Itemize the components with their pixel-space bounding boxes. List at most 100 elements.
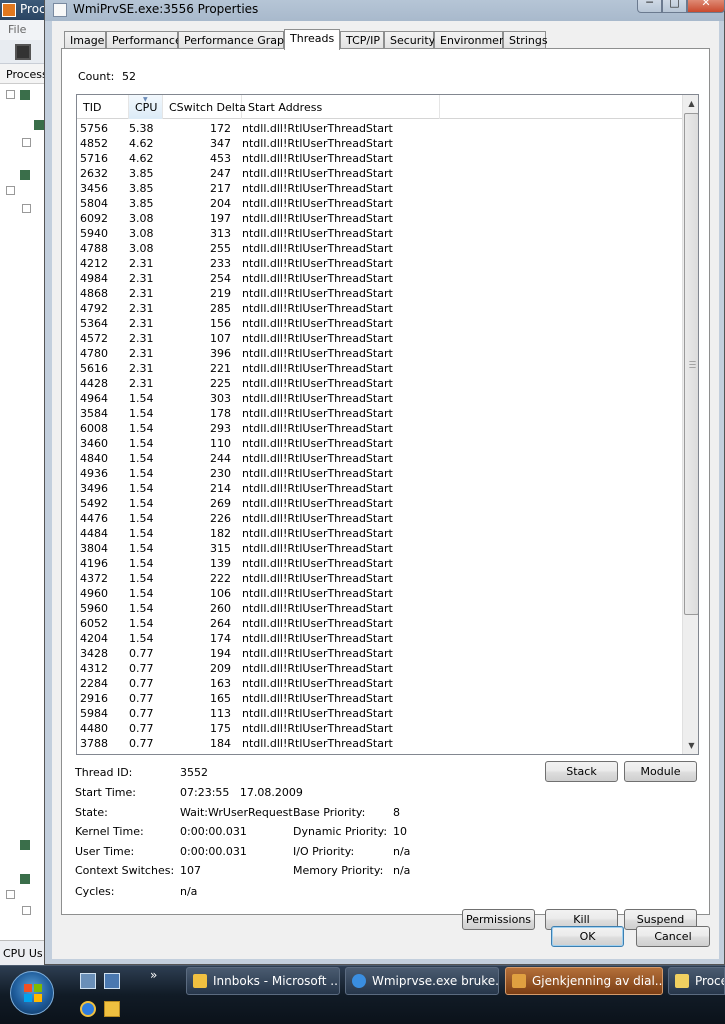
process-tree[interactable]: Process — [0, 64, 50, 940]
table-row[interactable]: 4936 1.54 230 ntdll.dll!RtlUserThreadStart — [77, 466, 682, 481]
scroll-down-icon[interactable]: ▼ — [683, 737, 698, 754]
column-cswitch-delta[interactable]: CSwitch Delta — [163, 95, 246, 119]
tree-expand-icon[interactable] — [6, 186, 15, 195]
table-row[interactable]: 4428 2.31 225 ntdll.dll!RtlUserThreadStart — [77, 376, 682, 391]
table-row[interactable]: 6008 1.54 293 ntdll.dll!RtlUserThreadStart — [77, 421, 682, 436]
process-tree-header[interactable]: Process — [0, 64, 50, 84]
table-row[interactable]: 5364 2.31 156 ntdll.dll!RtlUserThreadStart — [77, 316, 682, 331]
tab-performance-graph[interactable]: Performance Graph — [178, 31, 291, 49]
table-row[interactable]: 2916 0.77 165 ntdll.dll!RtlUserThreadStart — [77, 691, 682, 706]
tab-image[interactable]: Image — [64, 31, 106, 49]
start-button[interactable] — [10, 971, 54, 1015]
task-process-explorer[interactable]: Proce — [668, 967, 725, 995]
minimize-button[interactable]: ─ — [637, 0, 662, 13]
tab-threads[interactable]: Threads — [284, 29, 340, 50]
table-row[interactable]: 3584 1.54 178 ntdll.dll!RtlUserThreadStart — [77, 406, 682, 421]
table-row[interactable]: 4964 1.54 303 ntdll.dll!RtlUserThreadStart — [77, 391, 682, 406]
table-row[interactable]: 4476 1.54 226 ntdll.dll!RtlUserThreadStart — [77, 511, 682, 526]
table-row[interactable]: 4852 4.62 347 ntdll.dll!RtlUserThreadStart — [77, 136, 682, 151]
table-row[interactable]: 3456 3.85 217 ntdll.dll!RtlUserThreadStart — [77, 181, 682, 196]
table-row[interactable]: 4984 2.31 254 ntdll.dll!RtlUserThreadStart — [77, 271, 682, 286]
scrollbar-thumb[interactable]: — — — — [684, 113, 698, 615]
table-row[interactable]: 5716 4.62 453 ntdll.dll!RtlUserThreadStart — [77, 151, 682, 166]
save-icon[interactable] — [15, 44, 31, 60]
table-row[interactable]: 4484 1.54 182 ntdll.dll!RtlUserThreadStart — [77, 526, 682, 541]
table-row[interactable]: 2284 0.77 163 ntdll.dll!RtlUserThreadStart — [77, 676, 682, 691]
close-button[interactable]: ✕ — [687, 0, 725, 13]
table-row[interactable]: 3804 1.54 315 ntdll.dll!RtlUserThreadStart — [77, 541, 682, 556]
permissions-button[interactable]: Permissions — [462, 909, 535, 930]
cell-tid: 4964 — [80, 392, 108, 405]
tab-strings[interactable]: Strings — [503, 31, 548, 49]
table-row[interactable]: 4480 0.77 175 ntdll.dll!RtlUserThreadStart — [77, 721, 682, 736]
tab-performance[interactable]: Performance — [106, 31, 182, 49]
table-row[interactable]: 5616 2.31 221 ntdll.dll!RtlUserThreadStart — [77, 361, 682, 376]
table-row[interactable]: 4196 1.54 139 ntdll.dll!RtlUserThreadStart — [77, 556, 682, 571]
tree-expand-icon[interactable] — [22, 906, 31, 915]
cell-tid: 5804 — [80, 197, 108, 210]
tree-expand-icon[interactable] — [6, 90, 15, 99]
cell-cpu: 1.54 — [129, 392, 154, 405]
table-row[interactable]: 4204 1.54 174 ntdll.dll!RtlUserThreadStart — [77, 631, 682, 646]
table-row[interactable]: 4788 3.08 255 ntdll.dll!RtlUserThreadStart — [77, 241, 682, 256]
column-cswitch-label: CSwitch Delta — [169, 101, 246, 114]
outlook-icon[interactable] — [104, 1001, 120, 1017]
show-desktop-icon[interactable] — [80, 973, 96, 989]
table-row[interactable]: 3428 0.77 194 ntdll.dll!RtlUserThreadStart — [77, 646, 682, 661]
column-tid[interactable]: TID — [77, 95, 129, 119]
table-row[interactable]: 2632 3.85 247 ntdll.dll!RtlUserThreadStart — [77, 166, 682, 181]
list-scrollbar[interactable]: ▲ — — — ▼ — [682, 95, 698, 754]
table-row[interactable]: 4780 2.31 396 ntdll.dll!RtlUserThreadStart — [77, 346, 682, 361]
task-internet-explorer[interactable]: Wmiprvse.exe bruke... — [345, 967, 499, 995]
internet-explorer-icon[interactable] — [80, 1001, 96, 1017]
cell-cpu: 1.54 — [129, 617, 154, 630]
column-cpu[interactable]: ▼ CPU — [129, 95, 163, 119]
table-row[interactable]: 4312 0.77 209 ntdll.dll!RtlUserThreadStart — [77, 661, 682, 676]
task-dialog[interactable]: Gjenkjenning av dial... — [505, 967, 663, 995]
quick-launch-more-icon[interactable]: » — [150, 968, 157, 982]
table-row[interactable]: 5492 1.54 269 ntdll.dll!RtlUserThreadStart — [77, 496, 682, 511]
table-row[interactable]: 4212 2.31 233 ntdll.dll!RtlUserThreadStart — [77, 256, 682, 271]
table-row[interactable]: 4868 2.31 219 ntdll.dll!RtlUserThreadStart — [77, 286, 682, 301]
dialog-title-bar[interactable]: WmiPrvSE.exe:3556 Properties ─ □ ✕ — [45, 0, 725, 21]
tree-expand-icon[interactable] — [22, 138, 31, 147]
tab-environment[interactable]: Environment — [434, 31, 510, 49]
cell-tid: 4428 — [80, 377, 108, 390]
user-time-value: 0:00:00.031 — [180, 845, 247, 858]
maximize-button[interactable]: □ — [662, 0, 687, 13]
module-button[interactable]: Module — [624, 761, 697, 782]
cancel-button[interactable]: Cancel — [636, 926, 710, 947]
table-row[interactable]: 4372 1.54 222 ntdll.dll!RtlUserThreadStart — [77, 571, 682, 586]
tree-expand-icon[interactable] — [6, 890, 15, 899]
tab-tcpip[interactable]: TCP/IP — [340, 31, 384, 49]
memory-priority-label: Memory Priority: — [293, 864, 384, 877]
stack-button[interactable]: Stack — [545, 761, 618, 782]
cell-cpu: 2.31 — [129, 362, 154, 375]
task-label: Gjenkjenning av dial... — [532, 974, 663, 988]
table-row[interactable]: 5940 3.08 313 ntdll.dll!RtlUserThreadStart — [77, 226, 682, 241]
table-row[interactable]: 3496 1.54 214 ntdll.dll!RtlUserThreadStart — [77, 481, 682, 496]
tab-security[interactable]: Security — [384, 31, 435, 49]
table-row[interactable]: 4792 2.31 285 ntdll.dll!RtlUserThreadStart — [77, 301, 682, 316]
table-row[interactable]: 4840 1.54 244 ntdll.dll!RtlUserThreadStart — [77, 451, 682, 466]
cell-tid: 3460 — [80, 437, 108, 450]
table-row[interactable]: 4960 1.54 106 ntdll.dll!RtlUserThreadStart — [77, 586, 682, 601]
threads-list-header: TID ▼ CPU CSwitch Delta Start Address — [77, 95, 682, 119]
switch-windows-icon[interactable] — [104, 973, 120, 989]
table-row[interactable]: 5756 5.38 172 ntdll.dll!RtlUserThreadStart — [77, 121, 682, 136]
table-row[interactable]: 5960 1.54 260 ntdll.dll!RtlUserThreadStart — [77, 601, 682, 616]
table-row[interactable]: 6092 3.08 197 ntdll.dll!RtlUserThreadStart — [77, 211, 682, 226]
scroll-up-icon[interactable]: ▲ — [683, 95, 698, 112]
threads-list[interactable]: TID ▼ CPU CSwitch Delta Start Address 57… — [76, 94, 699, 755]
table-row[interactable]: 4572 2.31 107 ntdll.dll!RtlUserThreadStart — [77, 331, 682, 346]
ok-button[interactable]: OK — [551, 926, 624, 947]
column-start-address[interactable]: Start Address — [242, 95, 440, 119]
table-row[interactable]: 3460 1.54 110 ntdll.dll!RtlUserThreadStart — [77, 436, 682, 451]
tree-expand-icon[interactable] — [22, 204, 31, 213]
table-row[interactable]: 5984 0.77 113 ntdll.dll!RtlUserThreadStart — [77, 706, 682, 721]
table-row[interactable]: 3788 0.77 184 ntdll.dll!RtlUserThreadStart — [77, 736, 682, 751]
task-outlook[interactable]: Innboks - Microsoft ... — [186, 967, 340, 995]
table-row[interactable]: 5804 3.85 204 ntdll.dll!RtlUserThreadStart — [77, 196, 682, 211]
menu-file[interactable]: File — [8, 23, 26, 36]
table-row[interactable]: 6052 1.54 264 ntdll.dll!RtlUserThreadStart — [77, 616, 682, 631]
